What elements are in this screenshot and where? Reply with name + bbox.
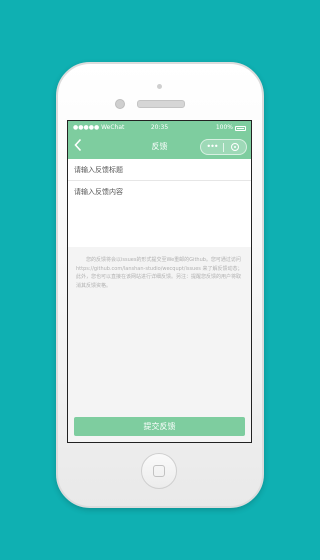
target-icon[interactable] (224, 143, 246, 151)
feedback-content-input[interactable] (68, 181, 251, 247)
feedback-notice: 您的反馈将会以issues的形式提交至We重邮的Github。您可通过访问 ht… (76, 257, 243, 289)
battery-icon (235, 125, 246, 131)
more-dots-icon[interactable]: ••• (201, 140, 223, 154)
feedback-form (68, 159, 251, 247)
navigation-bar: 反馈 ••• (68, 135, 251, 159)
sensor-dot (157, 84, 162, 89)
home-square-icon (153, 465, 165, 477)
phone-screen: ●●●●● WeChat 20:35 100% 反馈 ••• 您的反馈将会以is… (67, 120, 252, 443)
front-camera (115, 99, 125, 109)
mini-program-capsule: ••• (200, 139, 247, 155)
battery-percent: 100% (215, 124, 233, 131)
status-bar: ●●●●● WeChat 20:35 100% (68, 121, 251, 135)
battery-status: 100% (216, 121, 246, 135)
feedback-title-input[interactable] (68, 159, 251, 181)
earpiece-speaker (137, 100, 185, 108)
submit-feedback-button[interactable]: 提交反馈 (74, 417, 245, 436)
home-button[interactable] (141, 453, 177, 489)
